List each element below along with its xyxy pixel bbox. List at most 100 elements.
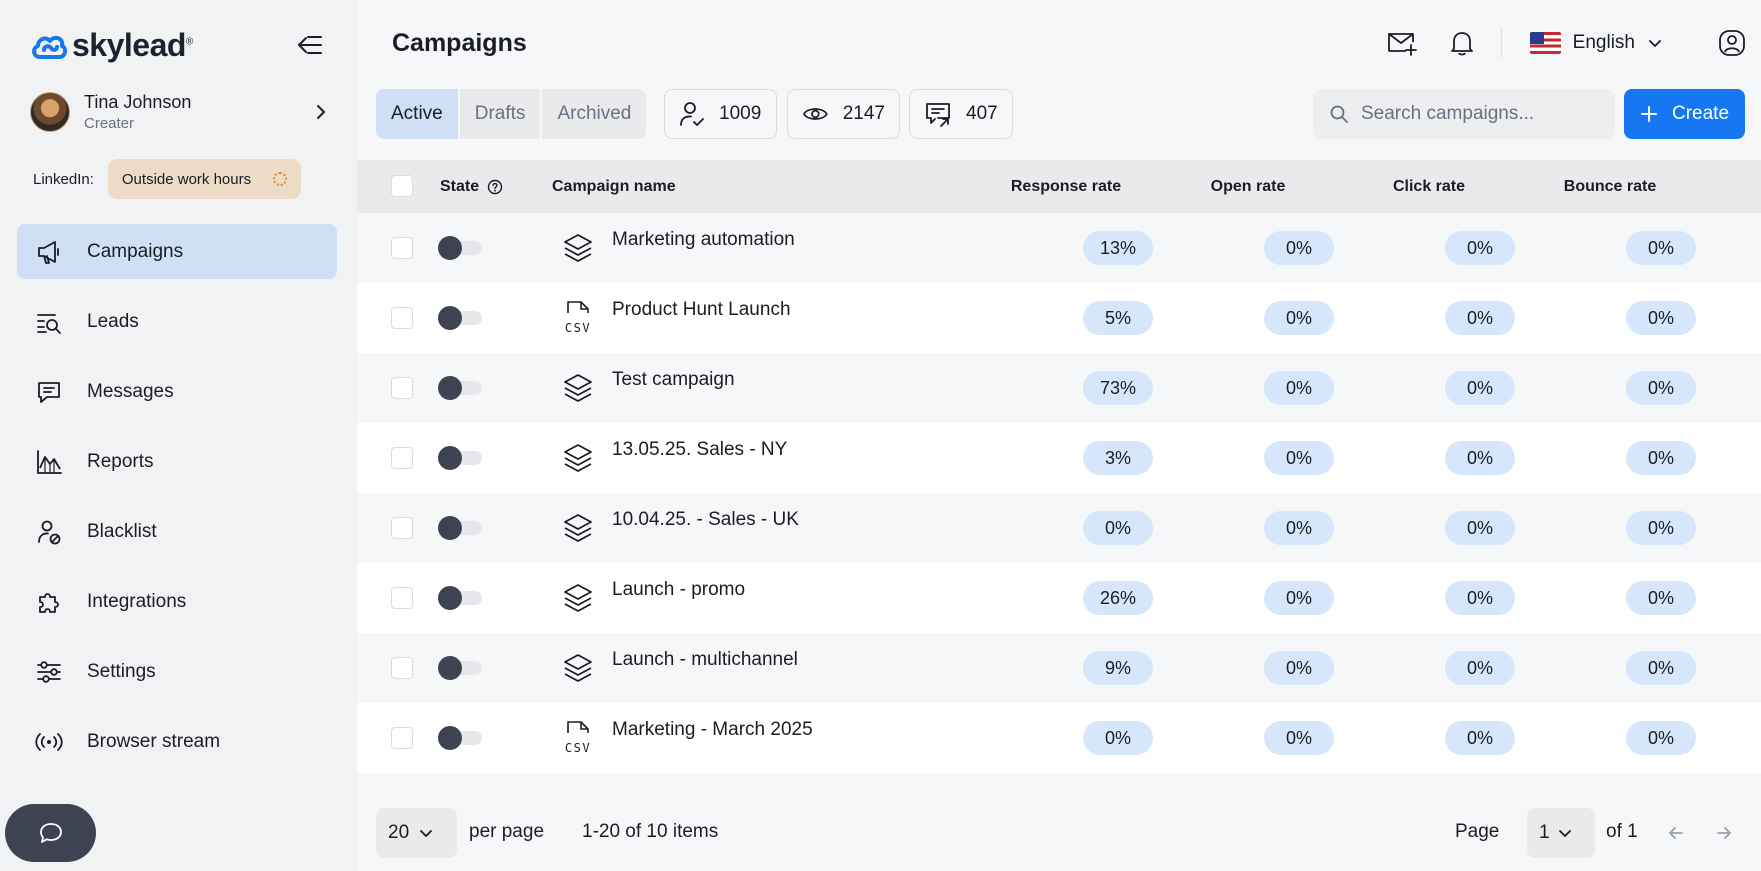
click-rate-badge: 0% <box>1445 721 1515 755</box>
mail-plus-icon <box>1387 33 1417 56</box>
select-all-checkbox[interactable] <box>391 175 413 197</box>
sidebar-item-integrations[interactable]: Integrations <box>17 574 337 629</box>
layers-icon <box>561 511 595 547</box>
tab-active[interactable]: Active <box>376 89 460 139</box>
table-row[interactable]: CSV Product Hunt Launch 5% 0% 0% 0% <box>357 283 1761 353</box>
table-row[interactable]: Test campaign 73% 0% 0% 0% <box>357 353 1761 423</box>
page-title: Campaigns <box>392 29 527 57</box>
svg-text:CSV: CSV <box>565 741 591 755</box>
bounce-rate-badge: 0% <box>1626 301 1696 335</box>
sidebar-item-leads[interactable]: Leads <box>17 294 337 349</box>
tab-archived[interactable]: Archived <box>542 89 646 139</box>
campaign-name[interactable]: Marketing - March 2025 <box>612 719 813 741</box>
message-reply-icon <box>926 103 950 127</box>
bell-icon <box>1450 32 1473 56</box>
campaign-name[interactable]: Marketing automation <box>612 229 795 251</box>
state-toggle[interactable] <box>438 306 482 330</box>
state-toggle[interactable] <box>438 516 482 540</box>
state-toggle[interactable] <box>438 446 482 470</box>
row-checkbox[interactable] <box>391 377 413 399</box>
leads-count: 1009 <box>719 103 762 124</box>
account-button[interactable] <box>1715 26 1749 60</box>
tab-drafts[interactable]: Drafts <box>460 89 543 139</box>
column-campaign-name: Campaign name <box>552 177 676 195</box>
user-profile[interactable]: Tina Johnson Creater <box>30 92 330 132</box>
table-row[interactable]: Marketing automation 13% 0% 0% 0% <box>357 213 1761 283</box>
table-row[interactable]: Launch - multichannel 9% 0% 0% 0% <box>357 633 1761 703</box>
campaigns-table: State Campaign name Response rate Open r… <box>357 160 1761 773</box>
page-select[interactable]: 1 <box>1527 808 1595 858</box>
sidebar-item-blacklist[interactable]: Blacklist <box>17 504 337 559</box>
views-stat[interactable]: 2147 <box>787 89 900 139</box>
previous-page-button[interactable] <box>1663 820 1689 846</box>
leads-stat[interactable]: 1009 <box>664 89 777 139</box>
per-page-label: per page <box>469 821 545 842</box>
bounce-rate-badge: 0% <box>1626 231 1696 265</box>
per-page-select[interactable]: 20 <box>376 808 457 858</box>
state-toggle[interactable] <box>438 726 482 750</box>
response-rate-badge: 3% <box>1083 441 1153 475</box>
logo[interactable]: skylead® <box>30 27 193 64</box>
row-checkbox[interactable] <box>391 307 413 329</box>
state-toggle[interactable] <box>438 656 482 680</box>
collapse-sidebar-button[interactable] <box>296 31 324 59</box>
main-content: Campaigns English Active Drafts Archived… <box>357 0 1761 871</box>
response-rate-badge: 26% <box>1083 581 1153 615</box>
response-rate-badge: 73% <box>1083 371 1153 405</box>
next-page-button[interactable] <box>1711 820 1737 846</box>
logo-text: skylead® <box>72 27 193 63</box>
toggle-knob <box>438 306 462 330</box>
sidebar-item-browser-stream[interactable]: Browser stream <box>17 714 337 769</box>
campaign-name[interactable]: Test campaign <box>612 369 735 391</box>
help-circle-icon[interactable] <box>487 179 503 195</box>
state-toggle[interactable] <box>438 236 482 260</box>
campaign-name[interactable]: Launch - promo <box>612 579 745 601</box>
chevron-right-icon[interactable] <box>312 103 330 121</box>
language-select[interactable]: English <box>1529 32 1663 54</box>
sidebar-item-label: Settings <box>87 660 156 682</box>
row-checkbox[interactable] <box>391 727 413 749</box>
response-rate-badge: 0% <box>1083 721 1153 755</box>
search-input[interactable] <box>1361 103 1591 125</box>
sidebar-item-reports[interactable]: Reports <box>17 434 337 489</box>
views-count: 2147 <box>842 103 885 124</box>
row-checkbox[interactable] <box>391 517 413 539</box>
bounce-rate-badge: 0% <box>1626 651 1696 685</box>
cloud-logo-icon <box>32 35 68 59</box>
row-checkbox[interactable] <box>391 587 413 609</box>
table-row[interactable]: 10.04.25. - Sales - UK 0% 0% 0% 0% <box>357 493 1761 563</box>
campaign-name[interactable]: 13.05.25. Sales - NY <box>612 439 787 461</box>
row-checkbox[interactable] <box>391 657 413 679</box>
state-toggle[interactable] <box>438 376 482 400</box>
replies-stat[interactable]: 407 <box>909 89 1013 139</box>
search-box <box>1313 89 1615 139</box>
click-rate-badge: 0% <box>1445 231 1515 265</box>
status-badge[interactable]: Outside work hours <box>107 159 302 199</box>
row-checkbox[interactable] <box>391 237 413 259</box>
chat-button[interactable] <box>5 804 96 862</box>
campaign-name[interactable]: 10.04.25. - Sales - UK <box>612 509 799 531</box>
row-checkbox[interactable] <box>391 447 413 469</box>
notifications-button[interactable] <box>1445 26 1479 60</box>
sidebar-item-messages[interactable]: Messages <box>17 364 337 419</box>
plus-icon <box>1640 106 1657 122</box>
open-rate-badge: 0% <box>1264 511 1334 545</box>
campaign-name[interactable]: Launch - multichannel <box>612 649 798 671</box>
state-toggle[interactable] <box>438 586 482 610</box>
create-label: Create <box>1671 103 1730 124</box>
sidebar-item-settings[interactable]: Settings <box>17 644 337 699</box>
table-row[interactable]: 13.05.25. Sales - NY 3% 0% 0% 0% <box>357 423 1761 493</box>
loading-spinner-icon <box>273 172 288 186</box>
bounce-rate-badge: 0% <box>1626 441 1696 475</box>
create-button[interactable]: Create <box>1624 89 1745 139</box>
table-row[interactable]: CSV Marketing - March 2025 0% 0% 0% 0% <box>357 703 1761 773</box>
new-message-button[interactable] <box>1385 26 1419 60</box>
campaign-name[interactable]: Product Hunt Launch <box>612 299 791 321</box>
sidebar-item-campaigns[interactable]: Campaigns <box>17 224 337 279</box>
page-total: of 1 <box>1606 821 1638 842</box>
page-value: 1 <box>1539 822 1550 843</box>
campaign-tabs: Active Drafts Archived <box>376 89 647 139</box>
sidebar-item-label: Reports <box>87 450 154 472</box>
open-rate-badge: 0% <box>1264 301 1334 335</box>
table-row[interactable]: Launch - promo 26% 0% 0% 0% <box>357 563 1761 633</box>
